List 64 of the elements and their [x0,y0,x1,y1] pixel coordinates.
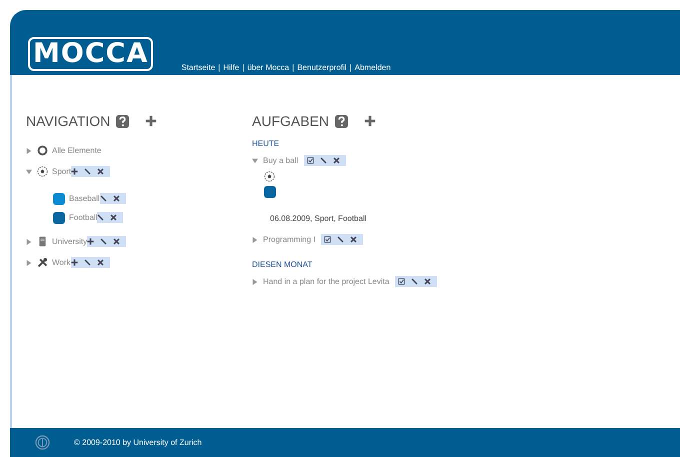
add-icon[interactable] [87,238,94,245]
delete-icon[interactable] [424,278,432,285]
copyright-text: © 2009-2010 by University of Zurich [74,438,202,447]
expand-icon[interactable] [252,236,258,242]
delete-icon[interactable] [350,236,358,243]
pencil-icon[interactable] [97,214,104,221]
add-icon[interactable] [145,115,158,127]
expand-icon[interactable] [26,148,32,154]
add-icon[interactable] [70,259,78,266]
help-icon[interactable] [116,114,130,128]
ball-icon [264,171,275,182]
delete-icon[interactable] [112,195,120,202]
checkbox-icon[interactable] [398,278,406,285]
ring-icon [37,145,48,156]
tools-icon [37,257,48,268]
tree-item[interactable]: Alle Elemente [52,146,102,155]
task-info: 06.08.2009, Sport, Football [270,214,368,223]
task-title[interactable]: Buy a ball [263,156,298,165]
task-title[interactable]: Programming I [263,235,316,244]
expand-icon[interactable] [252,278,258,284]
pencil-icon[interactable] [320,157,328,164]
tree-item[interactable]: Sport [52,167,72,176]
nav-link[interactable]: Benutzerprofil [297,63,347,72]
tree-item[interactable]: Football [69,213,98,222]
group-heading: DIESEN MONAT [252,260,314,269]
expand-icon[interactable] [26,238,32,244]
collapse-icon[interactable] [26,168,32,174]
pencil-icon[interactable] [411,278,418,285]
help-icon[interactable] [335,114,348,128]
pencil-icon[interactable] [337,236,344,243]
checkbox-icon[interactable] [324,236,332,243]
pencil-icon[interactable] [100,195,107,202]
seal-icon [35,435,50,450]
separator: | [292,63,294,72]
collapse-icon[interactable] [252,158,258,164]
section-title: NAVIGATION [26,113,110,129]
tree-item[interactable]: Baseball [69,194,100,203]
tree-item[interactable]: Work [52,258,71,267]
nav-link[interactable]: Startseite [181,63,216,72]
delete-icon[interactable] [97,168,104,175]
delete-icon[interactable] [96,259,104,266]
separator: | [242,63,244,72]
pencil-icon[interactable] [84,168,92,175]
delete-icon[interactable] [110,214,118,221]
group-heading: HEUTE [252,139,280,148]
pencil-icon[interactable] [84,259,91,266]
delete-icon[interactable] [113,238,120,245]
nav-link[interactable]: Abmelden [354,63,391,72]
task-title[interactable]: Hand in a plan for the project Levita [263,277,390,286]
section-title: AUFGABEN [252,113,330,129]
add-icon[interactable] [364,115,376,127]
book-icon [37,236,48,247]
separator: | [218,63,220,72]
pencil-icon[interactable] [100,238,108,245]
logo: MOCCA [28,37,154,71]
nav-link[interactable]: über Mocca [247,63,290,72]
tree-item[interactable]: University [52,237,88,246]
separator: | [350,63,352,72]
nav-link[interactable]: Hilfe [223,63,240,72]
expand-icon[interactable] [26,260,32,266]
ball-icon [37,166,48,177]
delete-icon[interactable] [333,157,340,164]
checkbox-icon[interactable] [307,157,314,164]
add-icon[interactable] [71,168,78,175]
